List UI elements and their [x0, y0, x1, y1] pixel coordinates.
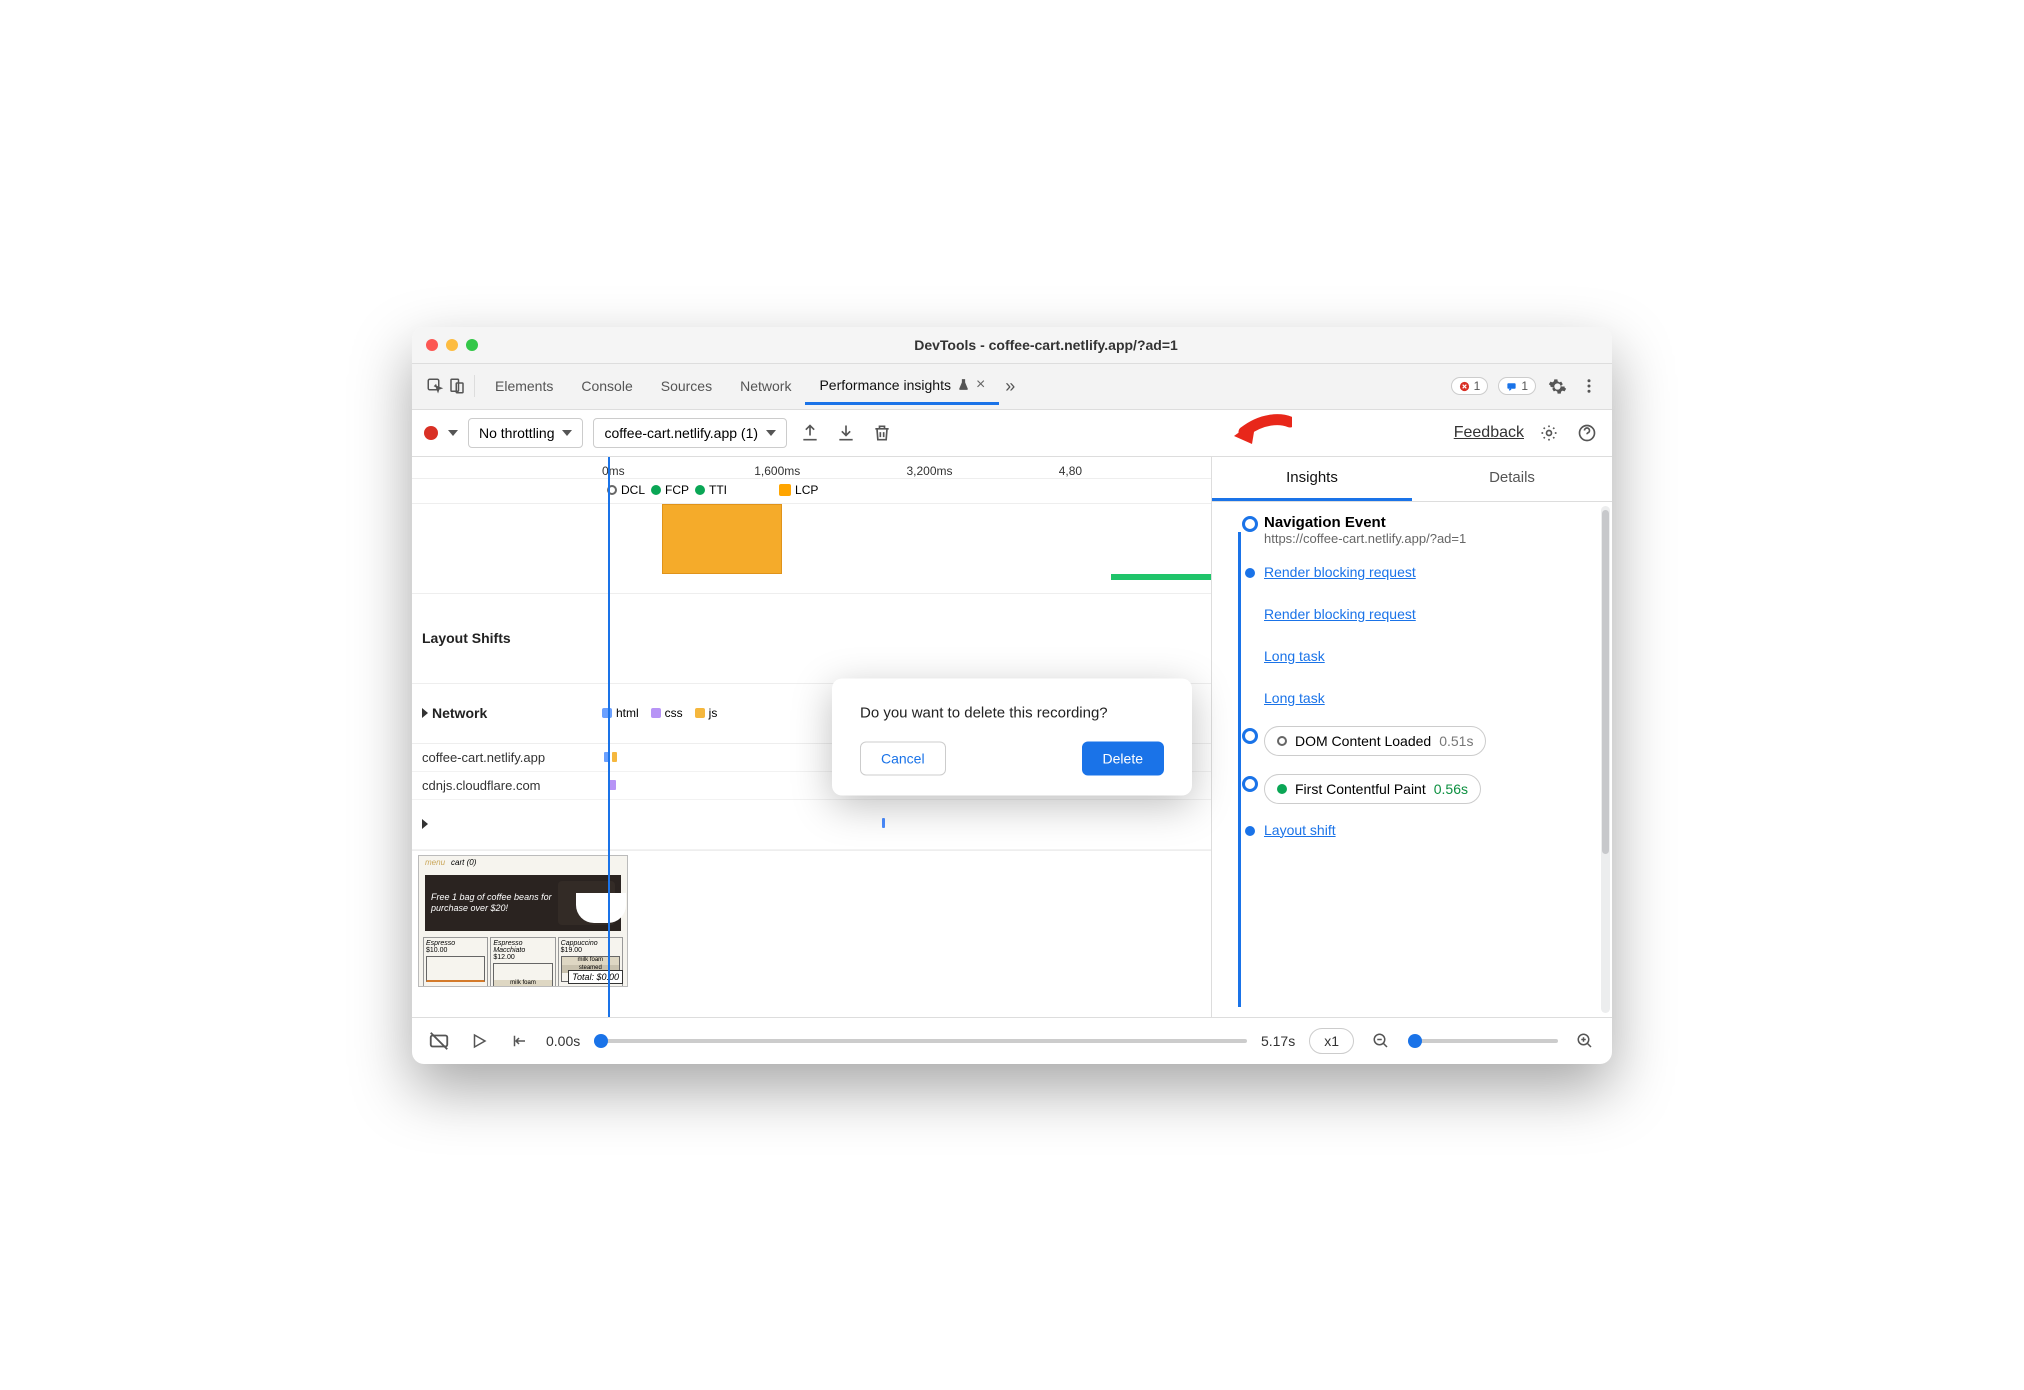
layout-shift-block[interactable] — [1111, 574, 1211, 580]
playback-slider[interactable] — [594, 1039, 1247, 1043]
flask-icon — [957, 378, 970, 391]
recording-toolbar: No throttling coffee-cart.netlify.app (1… — [412, 410, 1612, 457]
feedback-link[interactable]: Feedback — [1454, 424, 1524, 442]
rewind-icon[interactable] — [506, 1028, 532, 1054]
errors-badge[interactable]: 1 — [1451, 377, 1489, 395]
tab-elements[interactable]: Elements — [481, 370, 567, 402]
play-icon[interactable] — [466, 1028, 492, 1054]
gear-icon[interactable] — [1536, 420, 1562, 446]
insight-link[interactable]: Long task — [1224, 648, 1594, 666]
screenshot-strip: menu cart (0) Free 1 bag of coffee beans… — [412, 850, 1211, 991]
zoom-window-icon[interactable] — [466, 339, 478, 351]
message-icon — [1506, 381, 1517, 392]
tti-marker: TTI — [695, 483, 727, 497]
kebab-menu-icon[interactable] — [1578, 375, 1600, 397]
insight-link[interactable]: Long task — [1224, 690, 1594, 708]
devtools-window: DevTools - coffee-cart.netlify.app/?ad=1… — [412, 327, 1612, 1064]
chevron-down-icon — [766, 430, 776, 436]
devtools-tabs: Elements Console Sources Network Perform… — [412, 364, 1612, 410]
insights-list: Navigation Event https://coffee-cart.net… — [1212, 502, 1612, 1017]
traffic-lights — [426, 339, 478, 351]
titlebar: DevTools - coffee-cart.netlify.app/?ad=1 — [412, 327, 1612, 364]
zoom-out-icon[interactable] — [1368, 1028, 1394, 1054]
chevron-down-icon — [562, 430, 572, 436]
lcp-marker: LCP — [779, 483, 818, 497]
track-label: Layout Shifts — [412, 630, 602, 646]
error-icon — [1459, 381, 1470, 392]
network-legend: html css js — [602, 706, 717, 720]
window-title: DevTools - coffee-cart.netlify.app/?ad=1 — [494, 337, 1598, 353]
record-menu-caret[interactable] — [448, 430, 458, 436]
screenshot-thumbnail[interactable]: menu cart (0) Free 1 bag of coffee beans… — [418, 855, 628, 987]
insight-link[interactable]: Render blocking request — [1224, 606, 1594, 624]
markers-row: DCL FCP TTI LCP — [412, 479, 1211, 504]
tab-insights[interactable]: Insights — [1212, 457, 1412, 501]
tab-sources[interactable]: Sources — [647, 370, 726, 402]
insight-link[interactable]: Render blocking request — [1224, 564, 1594, 582]
throttling-select[interactable]: No throttling — [468, 418, 583, 448]
time-tick: 0ms — [602, 464, 754, 478]
modal-message: Do you want to delete this recording? — [860, 704, 1164, 721]
zoom-slider[interactable] — [1408, 1039, 1558, 1043]
tab-console[interactable]: Console — [567, 370, 646, 402]
annotation-arrow-icon — [1232, 414, 1292, 458]
tab-details[interactable]: Details — [1412, 457, 1612, 501]
insight-dcl[interactable]: DOM Content Loaded0.51s — [1224, 726, 1594, 756]
tab-network[interactable]: Network — [726, 370, 805, 402]
insight-link[interactable]: Layout shift — [1224, 822, 1594, 840]
playhead-line[interactable] — [608, 457, 610, 1017]
playback-speed[interactable]: x1 — [1309, 1028, 1354, 1054]
settings-icon[interactable] — [1546, 375, 1568, 397]
layout-shifts-track: Layout Shifts — [412, 594, 1211, 684]
expand-icon[interactable] — [422, 819, 428, 829]
playback-start-time: 0.00s — [546, 1033, 580, 1049]
main-area: 0ms 1,600ms 3,200ms 4,80 DCL FCP TTI LCP… — [412, 457, 1612, 1017]
playback-end-time: 5.17s — [1261, 1033, 1295, 1049]
time-tick: 4,80 — [1059, 464, 1211, 478]
timeline-rail — [1238, 532, 1241, 1007]
delete-icon[interactable] — [869, 420, 895, 446]
cancel-button[interactable]: Cancel — [860, 741, 946, 775]
time-tick: 1,600ms — [754, 464, 906, 478]
tab-performance-insights[interactable]: Performance insights × — [805, 368, 999, 405]
recording-select[interactable]: coffee-cart.netlify.app (1) — [593, 418, 787, 448]
playback-bar: 0.00s 5.17s x1 — [412, 1017, 1612, 1064]
record-button[interactable] — [424, 426, 438, 440]
main-track[interactable] — [412, 504, 1211, 594]
help-icon[interactable] — [1574, 420, 1600, 446]
zoom-in-icon[interactable] — [1572, 1028, 1598, 1054]
minimize-window-icon[interactable] — [446, 339, 458, 351]
inspect-element-icon[interactable] — [424, 375, 446, 397]
device-toolbar-icon[interactable] — [446, 375, 468, 397]
flame-block[interactable] — [662, 504, 782, 574]
delete-button[interactable]: Delete — [1082, 741, 1164, 775]
insight-fcp[interactable]: First Contentful Paint0.56s — [1224, 774, 1594, 804]
expand-icon[interactable] — [422, 708, 428, 718]
download-icon[interactable] — [833, 420, 859, 446]
time-axis: 0ms 1,600ms 3,200ms 4,80 — [412, 457, 1211, 479]
messages-badge[interactable]: 1 — [1498, 377, 1536, 395]
more-tabs-icon[interactable]: » — [999, 375, 1021, 397]
insights-panel: Insights Details Navigation Event https:… — [1212, 457, 1612, 1017]
dcl-marker: DCL — [607, 483, 645, 497]
time-tick: 3,200ms — [907, 464, 1059, 478]
delete-confirm-modal: Do you want to delete this recording? Ca… — [832, 678, 1192, 795]
side-tabs: Insights Details — [1212, 457, 1612, 502]
close-tab-icon[interactable]: × — [976, 376, 985, 394]
insight-nav-event[interactable]: Navigation Event https://coffee-cart.net… — [1224, 514, 1594, 546]
screenshots-toggle-icon[interactable] — [426, 1028, 452, 1054]
insights-scrollbar[interactable] — [1601, 506, 1610, 1013]
fcp-marker: FCP — [651, 483, 689, 497]
track-label: Network — [412, 705, 602, 721]
close-window-icon[interactable] — [426, 339, 438, 351]
extra-track — [412, 800, 1211, 850]
upload-icon[interactable] — [797, 420, 823, 446]
